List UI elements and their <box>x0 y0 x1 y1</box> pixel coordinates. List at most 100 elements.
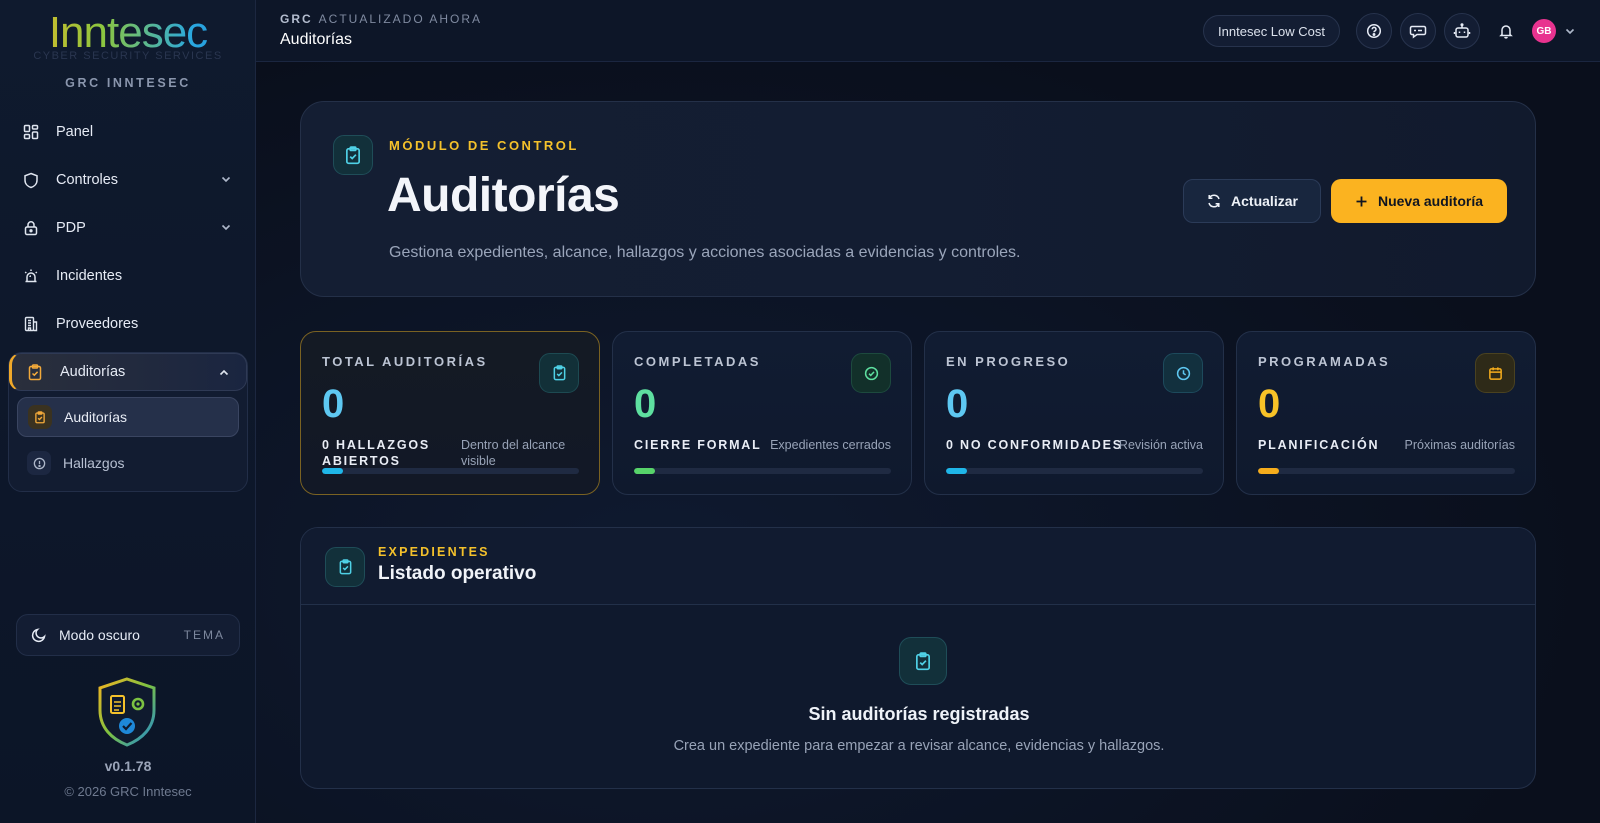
stat-progress-fill <box>322 468 343 474</box>
stat-progress-fill <box>946 468 967 474</box>
refresh-icon <box>1206 193 1222 209</box>
tenant-selector[interactable]: Inntesec Low Cost <box>1203 15 1340 47</box>
moon-icon <box>31 627 47 643</box>
stat-card-en-progreso[interactable]: EN PROGRESO 0 0 NO CONFORMIDADES Revisió… <box>924 331 1224 495</box>
plus-icon <box>1355 195 1368 208</box>
new-audit-button[interactable]: Nueva auditoría <box>1331 179 1507 223</box>
security-shield-logo <box>96 676 158 748</box>
panel-header: EXPEDIENTES Listado operativo <box>301 528 1535 605</box>
stats-row: TOTAL AUDITORÍAS 0 0 HALLAZGOS ABIERTOS … <box>300 331 1536 495</box>
module-header-card: MÓDULO DE CONTROL Auditorías Gestiona ex… <box>300 101 1536 297</box>
stat-card-completadas[interactable]: COMPLETADAS 0 CIERRE FORMAL Expedientes … <box>612 331 912 495</box>
clipboard-check-icon <box>539 353 579 393</box>
check-circle-icon <box>851 353 891 393</box>
panel-eyebrow: EXPEDIENTES <box>378 545 490 559</box>
stat-label: COMPLETADAS <box>634 354 761 369</box>
bell-icon[interactable] <box>1488 13 1524 49</box>
refresh-button[interactable]: Actualizar <box>1183 179 1321 223</box>
sidebar-item-panel[interactable]: Panel <box>8 108 248 156</box>
lock-icon <box>22 219 40 237</box>
theme-toggle[interactable]: Modo oscuro TEMA <box>16 614 240 656</box>
sidebar-subitem-hallazgos[interactable]: Hallazgos <box>17 443 239 483</box>
stat-label: TOTAL AUDITORÍAS <box>322 354 488 369</box>
avatar[interactable]: GB <box>1532 19 1556 43</box>
stat-label: EN PROGRESO <box>946 354 1071 369</box>
chevron-down-icon[interactable] <box>1564 25 1576 37</box>
copyright: © 2026 GRC Inntesec <box>64 784 192 799</box>
stat-progress-bar <box>1258 468 1515 474</box>
calendar-icon <box>1475 353 1515 393</box>
theme-tag: TEMA <box>183 628 225 642</box>
breadcrumb-section: GRC <box>280 12 313 26</box>
chevron-up-icon[interactable] <box>218 367 230 383</box>
sidebar-item-proveedores[interactable]: Proveedores <box>8 300 248 348</box>
chevron-down-icon[interactable] <box>220 221 232 237</box>
breadcrumb-status: ACTUALIZADO AHORA <box>318 12 483 26</box>
clipboard-check-icon <box>333 135 373 175</box>
stat-progress-fill <box>634 468 655 474</box>
refresh-button-label: Actualizar <box>1231 193 1298 209</box>
siren-icon <box>22 267 40 285</box>
sidebar-item-auditorias[interactable]: Auditorías <box>9 353 247 391</box>
sidebar-item-incidentes[interactable]: Incidentes <box>8 252 248 300</box>
grid-icon <box>22 123 40 141</box>
audit-list-panel: EXPEDIENTES Listado operativo Sin audito… <box>300 527 1536 789</box>
new-audit-button-label: Nueva auditoría <box>1377 193 1484 209</box>
shield-icon <box>22 171 40 189</box>
module-title: Auditorías <box>387 169 620 222</box>
module-description: Gestiona expedientes, alcance, hallazgos… <box>389 244 1021 261</box>
stat-foot-label: 0 NO CONFORMIDADES <box>946 438 1123 452</box>
clock-icon <box>1163 353 1203 393</box>
module-eyebrow: MÓDULO DE CONTROL <box>389 138 579 153</box>
app-name: GRC INNTESEC <box>65 76 191 90</box>
stat-card-total[interactable]: TOTAL AUDITORÍAS 0 0 HALLAZGOS ABIERTOS … <box>300 331 600 495</box>
sidebar-group-auditorias: Auditorías Auditorías Hallazgos <box>8 352 248 492</box>
building-icon <box>22 315 40 333</box>
sidebar-item-label: Incidentes <box>56 268 123 284</box>
stat-foot-note: Expedientes cerrados <box>770 438 891 452</box>
chat-icon[interactable] <box>1400 13 1436 49</box>
stat-foot-label: 0 HALLAZGOS ABIERTOS <box>322 438 430 468</box>
brand-tagline: CYBER SECURITY SERVICES <box>33 50 223 62</box>
stat-card-programadas[interactable]: PROGRAMADAS 0 PLANIFICACIÓN Próximas aud… <box>1236 331 1536 495</box>
stat-progress-bar <box>634 468 891 474</box>
stat-value: 0 <box>634 382 657 426</box>
stat-progress-bar <box>946 468 1203 474</box>
robot-icon[interactable] <box>1444 13 1480 49</box>
stat-value: 0 <box>1258 382 1281 426</box>
clipboard-check-icon <box>899 637 947 685</box>
stat-foot-note: Dentro del alcance visible <box>461 438 566 468</box>
empty-state-title: Sin auditorías registradas <box>808 704 1030 724</box>
breadcrumb: GRC ACTUALIZADO AHORA Auditorías <box>280 12 482 49</box>
help-icon[interactable] <box>1356 13 1392 49</box>
stat-label: PROGRAMADAS <box>1258 354 1391 369</box>
stat-progress-fill <box>1258 468 1279 474</box>
topbar-actions: Inntesec Low Cost GB <box>1203 13 1576 49</box>
sidebar-item-controles[interactable]: Controles <box>8 156 248 204</box>
sidebar-item-pdp[interactable]: PDP <box>8 204 248 252</box>
sidebar-item-label: Proveedores <box>56 316 139 332</box>
sidebar-subitem-label: Hallazgos <box>63 455 125 471</box>
sidebar-item-label: PDP <box>56 220 86 236</box>
sidebar-subitem-auditorias[interactable]: Auditorías <box>17 397 239 437</box>
clipboard-icon <box>28 405 52 429</box>
stat-foot-note: Revisión activa <box>1118 438 1203 452</box>
sidebar-item-label: Panel <box>56 124 94 140</box>
stat-progress-bar <box>322 468 579 474</box>
theme-label: Modo oscuro <box>59 627 140 643</box>
alert-circle-icon <box>27 451 51 475</box>
sidebar-nav: Panel Controles PDP Incidentes Proveedor… <box>8 108 248 492</box>
topbar: GRC ACTUALIZADO AHORA Auditorías Inntesec… <box>256 0 1600 62</box>
stat-foot-note: Próximas auditorías <box>1404 438 1515 452</box>
chevron-down-icon[interactable] <box>220 173 232 189</box>
stat-foot-label: CIERRE FORMAL <box>634 438 762 452</box>
sidebar-item-label: Controles <box>56 172 119 188</box>
sidebar: Inntesec CYBER SECURITY SERVICES GRC INN… <box>0 0 256 823</box>
sidebar-subitem-label: Auditorías <box>64 409 128 425</box>
empty-state-description: Crea un expediente para empezar a revisa… <box>673 738 1165 754</box>
main-content: GRC ACTUALIZADO AHORA Auditorías Inntesec… <box>256 0 1600 823</box>
clipboard-check-icon <box>325 547 365 587</box>
panel-title: Listado operativo <box>378 563 537 584</box>
stat-value: 0 <box>946 382 969 426</box>
stat-value: 0 <box>322 382 345 426</box>
